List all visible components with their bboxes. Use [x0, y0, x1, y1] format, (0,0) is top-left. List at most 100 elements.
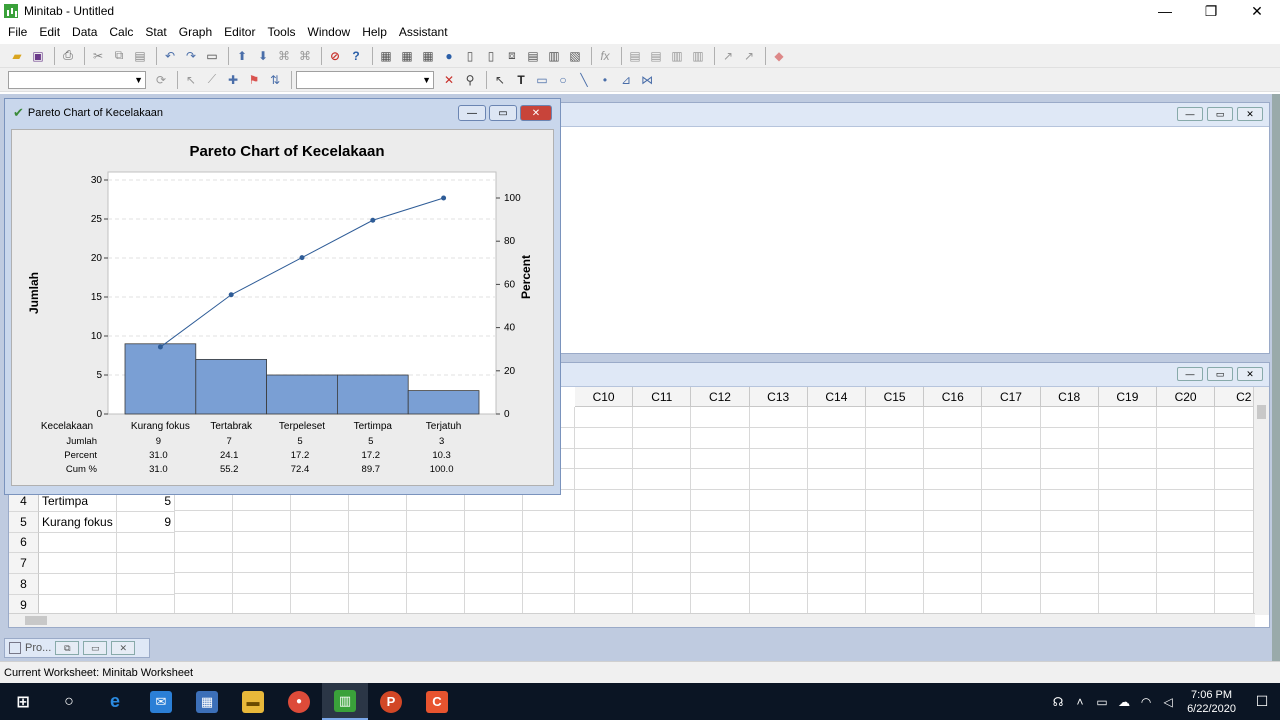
worksheet-cell[interactable]: [575, 511, 634, 532]
worksheet-cell[interactable]: [866, 511, 925, 532]
worksheet-cell[interactable]: [1040, 490, 1099, 511]
worksheet-cell[interactable]: [749, 594, 808, 615]
worksheet-maximize-button[interactable]: ▭: [1207, 367, 1233, 381]
taskbar-powerpoint[interactable]: P: [368, 683, 414, 720]
worksheet-cell[interactable]: [982, 427, 1041, 449]
worksheet-cell[interactable]: [465, 511, 523, 532]
column-header[interactable]: C17: [982, 387, 1041, 407]
worksheet-cell[interactable]: [523, 511, 575, 532]
save-icon[interactable]: ▣: [29, 47, 47, 65]
worksheet-cell[interactable]: [407, 573, 465, 595]
worksheet-cell[interactable]: [691, 427, 750, 449]
worksheet-cell[interactable]: Kurang fokus: [39, 511, 117, 533]
wifi-icon[interactable]: ◠: [1135, 695, 1157, 709]
find-icon[interactable]: ⌘: [275, 47, 293, 65]
worksheet-cell[interactable]: [175, 552, 233, 574]
session-maximize-button[interactable]: ▭: [1207, 107, 1233, 121]
worksheet-cell[interactable]: [866, 427, 925, 449]
worksheet-cell[interactable]: [349, 531, 407, 553]
polygon-icon[interactable]: ⋈: [638, 71, 656, 89]
worksheet-cell[interactable]: [807, 531, 866, 553]
graphs-icon[interactable]: ▦: [419, 47, 437, 65]
worksheet-cell[interactable]: [807, 511, 866, 532]
manage-graphs-icon[interactable]: ▧: [566, 47, 584, 65]
worksheet-cell[interactable]: [924, 469, 983, 491]
worksheet-close-button[interactable]: ✕: [1237, 367, 1263, 381]
column-header[interactable]: C13: [749, 387, 808, 407]
worksheet-cell[interactable]: [39, 595, 117, 615]
worksheet-cell[interactable]: [807, 490, 866, 511]
column-header[interactable]: C14: [807, 387, 866, 407]
worksheet-cell[interactable]: [1215, 511, 1255, 532]
worksheet-cell[interactable]: [691, 407, 750, 428]
worksheet-cell[interactable]: [691, 573, 750, 595]
annotation-dropdown[interactable]: ▼: [296, 70, 434, 89]
worksheet-cell[interactable]: [291, 594, 349, 615]
worksheet-cell[interactable]: [1215, 469, 1255, 491]
worksheet-cell[interactable]: [575, 469, 634, 491]
menu-editor[interactable]: Editor: [224, 25, 255, 39]
worksheet-cell[interactable]: [866, 594, 925, 615]
worksheet-cell[interactable]: [866, 573, 925, 595]
restore-button[interactable]: ❐: [1188, 0, 1234, 22]
worksheet-cell[interactable]: [39, 532, 117, 554]
worksheet-cell[interactable]: [575, 531, 634, 553]
polyline-icon[interactable]: ⊿: [617, 71, 635, 89]
worksheet-cell[interactable]: [924, 511, 983, 532]
worksheet-cell[interactable]: [117, 532, 175, 554]
worksheet-cell[interactable]: [291, 552, 349, 574]
column-header[interactable]: C15: [866, 387, 925, 407]
worksheet-cell[interactable]: [749, 448, 808, 470]
worksheet-cell[interactable]: [866, 490, 925, 511]
worksheet-cell[interactable]: [749, 531, 808, 553]
worksheet-cell[interactable]: [749, 552, 808, 574]
worksheet-cell[interactable]: [1157, 573, 1216, 595]
worksheet-cell[interactable]: [633, 594, 692, 615]
worksheet-cell[interactable]: [1040, 573, 1099, 595]
menu-window[interactable]: Window: [308, 25, 351, 39]
worksheet-cell[interactable]: [982, 407, 1041, 428]
worksheet-cell[interactable]: [691, 531, 750, 553]
menu-calc[interactable]: Calc: [109, 25, 133, 39]
worksheet-cell[interactable]: [749, 511, 808, 532]
worksheet-cell[interactable]: [465, 552, 523, 574]
worksheet-cell[interactable]: [866, 469, 925, 491]
chart-close-button[interactable]: ✕: [520, 105, 552, 121]
worksheet-cell[interactable]: [1215, 407, 1255, 428]
project-maximize-button[interactable]: ▭: [83, 641, 108, 655]
worksheet-cell[interactable]: [749, 407, 808, 428]
ellipse-icon[interactable]: ○: [554, 71, 572, 89]
worksheet-cell[interactable]: [291, 531, 349, 553]
worksheet-cell[interactable]: [575, 594, 634, 615]
worksheet-cell[interactable]: [1040, 511, 1099, 532]
worksheet-cell[interactable]: [349, 573, 407, 595]
worksheet-cell[interactable]: [1215, 490, 1255, 511]
chart-maximize-button[interactable]: ▭: [489, 105, 517, 121]
worksheet-cell[interactable]: [1215, 553, 1255, 574]
worksheet-cell[interactable]: [807, 407, 866, 428]
worksheet-cell[interactable]: 9: [117, 511, 175, 533]
worksheet-cell[interactable]: [749, 427, 808, 449]
worksheet-cell[interactable]: [575, 552, 634, 574]
worksheet-cell[interactable]: [407, 531, 465, 553]
taskbar-minitab[interactable]: ▥: [322, 683, 368, 720]
worksheet-cell[interactable]: [117, 553, 175, 575]
worksheet-cell[interactable]: [633, 407, 692, 428]
worksheet-cell[interactable]: [691, 552, 750, 574]
volume-icon[interactable]: ◁: [1157, 695, 1179, 709]
row-number[interactable]: 7: [9, 553, 39, 575]
worksheet-cell[interactable]: [523, 594, 575, 615]
insert-rows-icon[interactable]: ▤: [647, 47, 665, 65]
column-header[interactable]: C19: [1098, 387, 1157, 407]
people-icon[interactable]: ☊: [1047, 695, 1069, 709]
worksheet-cell[interactable]: [233, 573, 291, 595]
worksheet-cell[interactable]: [866, 552, 925, 574]
worksheet-cell[interactable]: [924, 490, 983, 511]
worksheet-cell[interactable]: [523, 552, 575, 574]
taskbar-chrome[interactable]: ●: [276, 683, 322, 720]
worksheet-cell[interactable]: [982, 552, 1041, 574]
system-clock[interactable]: 7:06 PM 6/22/2020: [1187, 688, 1236, 716]
worksheet-cell[interactable]: [633, 573, 692, 595]
worksheet-cell[interactable]: [924, 407, 983, 428]
move-icon[interactable]: ⇅: [266, 71, 284, 89]
